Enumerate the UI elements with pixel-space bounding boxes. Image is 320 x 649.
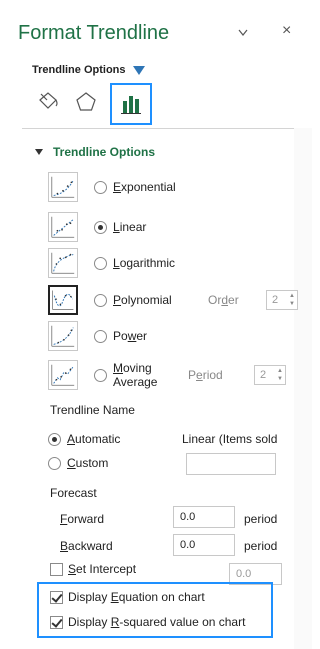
backward-label: Backward	[60, 539, 113, 553]
power-label: Power	[113, 329, 148, 343]
display-options-highlight	[37, 582, 273, 638]
automatic-name-radio[interactable]	[48, 433, 61, 446]
logarithmic-label: Logarithmic	[113, 256, 176, 270]
linear-label: Linear	[113, 220, 147, 234]
tab-trendline-options[interactable]	[110, 83, 152, 125]
moving-average-period-label: Period	[188, 368, 223, 382]
moving-average-period-stepper[interactable]: 2 ▲ ▼	[254, 365, 286, 385]
polynomial-label: Polynomial	[113, 293, 172, 307]
polynomial-order-value: 2	[272, 294, 279, 306]
trend-type-polynomial[interactable]: Polynomial Order 2 ▲ ▼	[48, 283, 298, 317]
forecast-label: Forecast	[50, 486, 97, 500]
exponential-trend-icon	[48, 172, 78, 202]
power-trend-icon	[48, 321, 78, 351]
forward-unit: period	[244, 512, 278, 526]
trend-type-linear[interactable]: Linear	[48, 210, 298, 244]
forward-label: Forward	[60, 512, 105, 526]
section-title: Trendline Options	[53, 145, 156, 159]
trendline-name-label: Trendline Name	[50, 403, 135, 417]
stepper-arrows-icon[interactable]: ▲ ▼	[289, 292, 295, 308]
trend-type-moving-average[interactable]: Moving Average Period 2 ▲ ▼	[48, 356, 298, 394]
moving-average-label: Moving Average	[113, 361, 158, 389]
options-dropdown-label: Trendline Options	[32, 64, 126, 76]
linear-trend-icon	[48, 212, 78, 242]
pentagon-icon	[76, 92, 96, 111]
header-divider	[22, 128, 312, 129]
exponential-radio[interactable]	[94, 180, 107, 194]
trend-type-exponential[interactable]: Exponential	[48, 170, 298, 204]
polynomial-order-stepper[interactable]: 2 ▲ ▼	[266, 290, 298, 310]
tab-effects[interactable]	[68, 83, 104, 121]
paint-bucket-icon	[39, 92, 58, 109]
options-dropdown-arrow-icon	[132, 65, 145, 75]
category-tabs	[30, 83, 152, 125]
automatic-name-value: Linear (Items sold	[182, 432, 278, 446]
power-radio[interactable]	[94, 329, 107, 343]
custom-name-input[interactable]	[186, 453, 276, 475]
pane-options-dropdown-icon[interactable]	[238, 29, 248, 37]
set-intercept-label: Set Intercept	[68, 562, 137, 576]
backward-unit: period	[244, 539, 278, 553]
options-dropdown[interactable]: Trendline Options	[32, 64, 145, 76]
trend-type-logarithmic[interactable]: Logarithmic	[48, 246, 298, 280]
logarithmic-radio[interactable]	[94, 256, 107, 270]
custom-name-radio[interactable]	[48, 457, 61, 470]
polynomial-radio[interactable]	[94, 293, 107, 307]
pane-title: Format Trendline	[18, 22, 170, 44]
tab-fill-line[interactable]	[30, 83, 66, 121]
backward-input[interactable]: 0.0	[173, 534, 235, 556]
custom-name-label: Custom	[67, 456, 109, 470]
moving-average-radio[interactable]	[94, 368, 107, 382]
automatic-name-label: Automatic	[67, 432, 121, 446]
stepper-arrows-icon[interactable]: ▲ ▼	[277, 367, 283, 383]
moving-average-period-value: 2	[260, 369, 267, 381]
forward-input[interactable]: 0.0	[173, 506, 235, 528]
moving-average-trend-icon	[48, 360, 78, 390]
collapse-triangle-icon	[35, 149, 43, 155]
format-trendline-pane: Format Trendline × Trendline Options Tre…	[0, 0, 312, 649]
exponential-label: Exponential	[113, 180, 176, 194]
trendline-options-section[interactable]: Trendline Options	[35, 145, 155, 159]
set-intercept-checkbox[interactable]	[50, 563, 63, 576]
polynomial-order-label: Order	[208, 293, 239, 307]
logarithmic-trend-icon	[48, 248, 78, 278]
linear-radio[interactable]	[94, 220, 107, 234]
trend-type-power[interactable]: Power	[48, 319, 298, 353]
bar-chart-icon	[121, 96, 141, 114]
close-icon[interactable]: ×	[282, 23, 291, 39]
polynomial-trend-icon	[48, 285, 78, 315]
